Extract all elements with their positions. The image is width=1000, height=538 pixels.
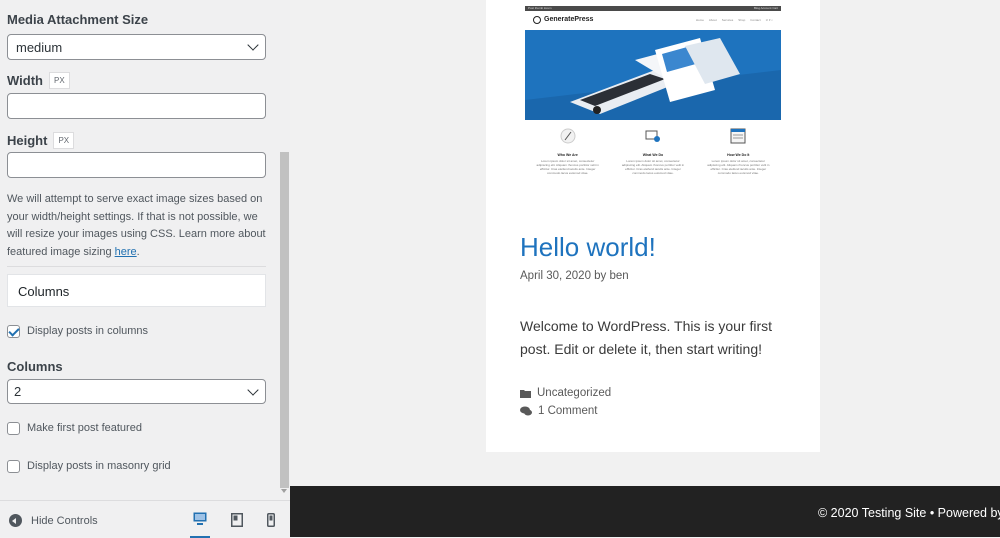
- thumb-col-who: Who We Are Lorem ipsum dolor sit amet, c…: [535, 128, 601, 175]
- preview-mobile-button[interactable]: [261, 510, 281, 530]
- copyright-text: © 2020 Testing Site • Powered by Generat…: [818, 506, 1000, 520]
- preview-desktop-button[interactable]: [190, 510, 210, 538]
- hide-controls-button[interactable]: Hide Controls: [9, 514, 98, 527]
- image-size-description: We will attempt to serve exact image siz…: [7, 193, 266, 258]
- category-link[interactable]: Uncategorized: [537, 384, 611, 402]
- mobile-icon: [267, 513, 275, 527]
- height-unit-badge: PX: [53, 132, 75, 149]
- devices-illustration: [525, 30, 781, 120]
- thumb-columns: Who We Are Lorem ipsum dolor sit amet, c…: [525, 120, 781, 175]
- post-excerpt: Welcome to WordPress. This is your first…: [520, 318, 773, 357]
- hide-controls-label: Hide Controls: [31, 514, 98, 527]
- masonry-checkbox[interactable]: [7, 460, 20, 473]
- first-featured-checkbox[interactable]: [7, 422, 20, 435]
- customizer-footer: Hide Controls: [0, 500, 290, 538]
- width-unit-badge: PX: [48, 72, 70, 89]
- collapse-arrow-icon: [9, 514, 22, 527]
- chevron-down-icon: [247, 39, 259, 51]
- site-footer: © 2020 Testing Site • Powered by Generat…: [290, 486, 1000, 537]
- columns-label: Columns: [7, 359, 63, 374]
- thumb-social-icons: ⊙ ▾ ⌕: [765, 17, 773, 22]
- media-size-label: Media Attachment Size: [7, 12, 149, 27]
- site-preview: Post thumb lorem Blog Account Cart Gener…: [290, 0, 1000, 537]
- scrollbar-thumb[interactable]: [280, 152, 289, 488]
- generatepress-logo-icon: [533, 15, 541, 24]
- learn-more-link[interactable]: here: [115, 246, 137, 258]
- preview-tablet-button[interactable]: [227, 510, 247, 530]
- scroll-down-arrow-icon[interactable]: [281, 489, 287, 493]
- featured-image[interactable]: Post thumb lorem Blog Account Cart Gener…: [525, 6, 781, 187]
- media-size-value: medium: [16, 40, 63, 55]
- media-size-select[interactable]: medium: [7, 34, 266, 60]
- post-meta: April 30, 2020 by ben: [520, 270, 629, 282]
- columns-value: 2: [14, 384, 22, 399]
- customizer-controls: Media Attachment Size medium Width PX Hei…: [0, 0, 290, 500]
- comments-row: 1 Comment: [520, 402, 611, 420]
- columns-select[interactable]: 2: [7, 379, 266, 404]
- thumb-nav: GeneratePress Home About Services Shop C…: [525, 11, 781, 28]
- thumb-menu: Home About Services Shop Contact ⊙ ▾ ⌕: [695, 17, 773, 22]
- display-in-columns-label: Display posts in columns: [27, 325, 149, 337]
- monitor-shield-icon: [645, 130, 660, 142]
- section-divider: [7, 266, 266, 267]
- height-label: Height PX: [7, 132, 75, 149]
- width-input[interactable]: [7, 93, 266, 119]
- masonry-label: Display posts in masonry grid: [27, 460, 171, 472]
- category-row: Uncategorized: [520, 384, 611, 402]
- desktop-icon: [193, 512, 207, 525]
- chevron-down-icon: [247, 384, 259, 396]
- columns-section-title: Columns: [7, 274, 266, 307]
- customizer-sidebar: Media Attachment Size medium Width PX Hei…: [0, 0, 290, 538]
- tablet-icon: [231, 513, 243, 527]
- comments-link[interactable]: 1 Comment: [538, 402, 597, 420]
- feather-icon: [560, 128, 576, 144]
- width-label: Width PX: [7, 72, 70, 89]
- folder-icon: [520, 389, 531, 398]
- comments-icon: [520, 406, 532, 416]
- first-featured-label: Make first post featured: [27, 422, 142, 434]
- thumb-col-what: What We Do Lorem ipsum dolor sit amet, c…: [620, 128, 686, 175]
- thumb-logo: GeneratePress: [533, 15, 593, 24]
- height-input[interactable]: [7, 152, 266, 178]
- post-title-link[interactable]: Hello world!: [520, 232, 656, 263]
- thumb-col-how: How We Do It Lorem ipsum dolor sit amet,…: [705, 128, 771, 175]
- post-footer-meta: Uncategorized 1 Comment: [520, 384, 611, 420]
- thumb-hero: [525, 30, 781, 120]
- browser-window-icon: [730, 128, 746, 144]
- display-in-columns-checkbox[interactable]: [7, 325, 20, 338]
- sidebar-scrollbar[interactable]: [279, 0, 290, 500]
- post-card: Post thumb lorem Blog Account Cart Gener…: [486, 0, 820, 452]
